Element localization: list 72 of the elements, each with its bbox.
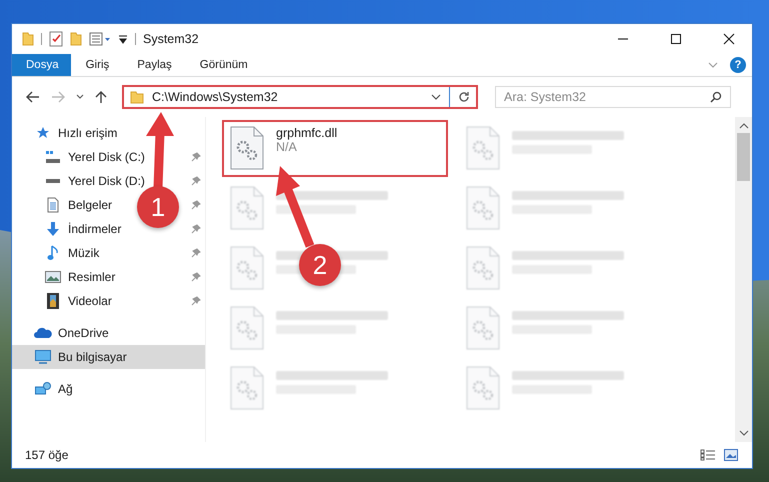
dll-file-icon xyxy=(230,246,264,290)
network-icon xyxy=(35,382,51,396)
sidebar-item[interactable]: Yerel Disk (C:) xyxy=(68,150,145,164)
download-icon xyxy=(45,221,61,237)
dll-file-icon xyxy=(466,186,500,230)
sidebar-item[interactable]: Belgeler xyxy=(68,198,112,212)
dll-file-icon xyxy=(230,186,264,230)
image-icon xyxy=(45,271,61,283)
sidebar-item[interactable]: Yerel Disk (D:) xyxy=(68,174,145,188)
ribbon-tab[interactable]: Görünüm xyxy=(186,54,261,76)
file-item[interactable]: grphmfc.dll N/A xyxy=(222,120,448,177)
pin-icon[interactable] xyxy=(191,176,201,186)
maximize-icon xyxy=(670,33,682,45)
pin-icon[interactable] xyxy=(191,248,201,258)
folder-icon[interactable] xyxy=(22,32,34,46)
close-icon xyxy=(723,33,735,45)
dll-file-icon xyxy=(466,126,500,170)
scroll-down-icon[interactable] xyxy=(738,430,748,436)
sidebar-item[interactable]: Resimler xyxy=(68,270,116,284)
search-field[interactable]: Ara: System32 xyxy=(495,86,731,108)
folder-icon xyxy=(130,90,144,104)
view-options-icon[interactable] xyxy=(89,32,111,46)
help-button[interactable]: ? xyxy=(730,57,746,73)
monitor-icon xyxy=(35,350,51,364)
file-name: grphmfc.dll xyxy=(276,126,338,140)
dll-file-icon xyxy=(466,246,500,290)
address-field[interactable]: C:\Windows\System32 xyxy=(122,85,478,109)
search-icon[interactable] xyxy=(710,91,722,103)
document-icon xyxy=(47,197,59,213)
dll-file-icon xyxy=(230,366,264,410)
customize-icon[interactable] xyxy=(118,34,128,44)
sidebar-item[interactable]: Hızlı erişim xyxy=(12,121,205,145)
sidebar-item[interactable]: Videolar xyxy=(68,294,112,308)
up-icon[interactable] xyxy=(95,90,107,104)
window-title: System32 xyxy=(143,32,199,46)
scrollbar-thumb[interactable] xyxy=(737,133,750,181)
new-folder-icon[interactable] xyxy=(70,32,82,46)
dll-file-icon xyxy=(230,126,264,170)
file-description: N/A xyxy=(276,140,298,154)
refresh-icon[interactable] xyxy=(458,91,470,103)
scroll-up-icon[interactable] xyxy=(738,123,748,129)
item-count: 157 öğe xyxy=(25,448,68,462)
pin-icon[interactable] xyxy=(191,200,201,210)
details-view-icon[interactable] xyxy=(700,449,716,461)
pin-icon[interactable] xyxy=(191,296,201,306)
properties-icon[interactable] xyxy=(49,31,63,47)
ribbon-tab[interactable]: Giriş xyxy=(72,54,122,76)
recent-locations-icon[interactable] xyxy=(76,94,84,100)
cloud-icon xyxy=(34,327,52,339)
drive-icon xyxy=(45,178,61,184)
dropdown-icon[interactable] xyxy=(431,94,441,100)
pin-icon[interactable] xyxy=(191,152,201,162)
expand-ribbon-icon[interactable] xyxy=(708,62,718,68)
large-icons-view-icon[interactable] xyxy=(724,449,738,461)
pin-icon[interactable] xyxy=(191,272,201,282)
back-icon[interactable] xyxy=(26,91,40,103)
dll-file-icon xyxy=(230,306,264,350)
scrollbar[interactable] xyxy=(735,117,752,442)
pin-icon[interactable] xyxy=(191,224,201,234)
dll-file-icon xyxy=(466,366,500,410)
film-icon xyxy=(47,293,59,309)
ribbon-tab[interactable]: Paylaş xyxy=(124,54,185,76)
sidebar-item[interactable]: OneDrive xyxy=(12,321,205,345)
sidebar-item[interactable]: Ağ xyxy=(12,377,205,401)
drive-icon xyxy=(45,150,61,164)
ribbon-tab[interactable]: Dosya xyxy=(12,54,71,76)
sidebar-item[interactable]: Bu bilgisayar xyxy=(12,345,205,369)
sidebar-item[interactable]: Müzik xyxy=(68,246,100,260)
dll-file-icon xyxy=(466,306,500,350)
sidebar-item[interactable]: İndirmeler xyxy=(68,222,122,236)
music-note-icon xyxy=(47,245,59,261)
star-icon xyxy=(36,126,50,140)
